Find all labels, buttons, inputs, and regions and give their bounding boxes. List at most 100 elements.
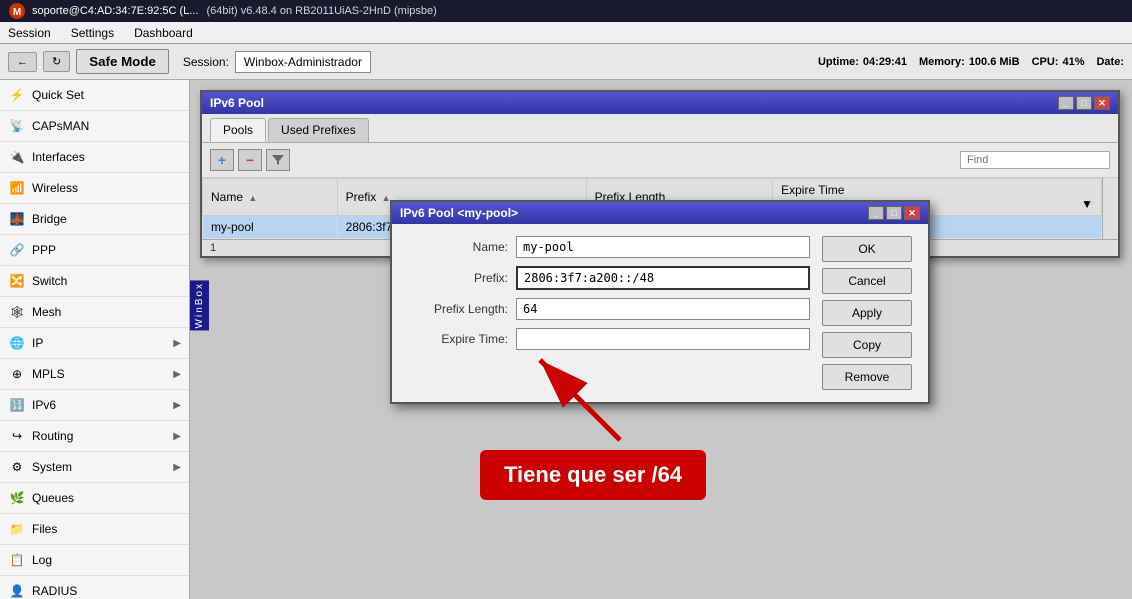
- sidebar-item-routing[interactable]: ↪Routing▶: [0, 421, 189, 452]
- ip-icon: 🌐: [8, 334, 26, 352]
- sidebar-item-ip[interactable]: 🌐 IP ▶: [0, 328, 189, 359]
- expire-time-input[interactable]: [516, 328, 810, 350]
- sort-name-icon: ▲: [248, 193, 257, 203]
- maximize-button[interactable]: □: [1076, 96, 1092, 110]
- dialog-maximize-button[interactable]: □: [886, 206, 902, 220]
- winbox-label: WinBox: [190, 280, 209, 330]
- sidebar-item-files[interactable]: 📁 Files: [0, 514, 189, 545]
- toolbar-status: Uptime: 04:29:41 Memory: 100.6 MiB CPU: …: [818, 56, 1124, 68]
- dialog-form: Name: Prefix: Prefix Length: Expire Time…: [408, 236, 810, 390]
- back-button[interactable]: ←: [8, 52, 37, 72]
- prefix-length-input[interactable]: [516, 298, 810, 320]
- sidebar-item-switch[interactable]: 🔀Switch: [0, 266, 189, 297]
- queues-icon: 🌿: [8, 489, 26, 507]
- sidebar-label-mpls: MPLS: [32, 367, 65, 381]
- sidebar-label-ipv6: IPv6: [32, 398, 56, 412]
- cpu-label: CPU:: [1032, 56, 1059, 68]
- memory-label: Memory:: [919, 56, 965, 68]
- sidebar-item-quick-set[interactable]: ⚡ Quick Set: [0, 80, 189, 111]
- sidebar-label-quick-set: Quick Set: [32, 88, 84, 102]
- sidebar-item-ppp[interactable]: 🔗 PPP: [0, 235, 189, 266]
- copy-button[interactable]: Copy: [822, 332, 912, 358]
- cell-name: my-pool: [203, 216, 338, 239]
- date-label: Date:: [1096, 56, 1124, 68]
- sidebar-item-ipv6[interactable]: 🔢IPv6▶: [0, 390, 189, 421]
- window-controls: _ □ ✕: [1058, 96, 1110, 110]
- tab-pools[interactable]: Pools: [210, 118, 266, 142]
- sidebar-item-log[interactable]: 📋 Log: [0, 545, 189, 576]
- sidebar-item-interfaces[interactable]: 🔌Interfaces: [0, 142, 189, 173]
- tab-used-prefixes[interactable]: Used Prefixes: [268, 118, 369, 142]
- capsman-icon: 📡: [8, 117, 26, 135]
- forward-button[interactable]: ↻: [43, 51, 70, 72]
- col-name: Name ▲: [203, 179, 338, 216]
- safe-mode-button[interactable]: Safe Mode: [76, 49, 169, 74]
- name-input[interactable]: [516, 236, 810, 258]
- menu-session[interactable]: Session: [4, 24, 55, 42]
- filter-icon: [271, 153, 285, 167]
- sidebar-label-log: Log: [32, 553, 52, 567]
- sidebar-item-wireless[interactable]: 📶 Wireless: [0, 173, 189, 204]
- name-label: Name:: [408, 240, 508, 254]
- log-icon: 📋: [8, 551, 26, 569]
- prefix-length-label: Prefix Length:: [408, 302, 508, 316]
- top-bar-version: (64bit) v6.48.4 on RB2011UiAS-2HnD (mips…: [206, 5, 436, 17]
- content-area: IPv6 Pool _ □ ✕ Pools Used Prefixes + −: [190, 80, 1132, 599]
- sidebar-label-files: Files: [32, 522, 57, 536]
- sidebar-item-capsman[interactable]: 📡 CAPsMAN: [0, 111, 189, 142]
- sidebar-item-bridge[interactable]: 🌉Bridge: [0, 204, 189, 235]
- bridge-icon: 🌉: [8, 210, 26, 228]
- prefix-input[interactable]: [516, 266, 810, 290]
- minimize-button[interactable]: _: [1058, 96, 1074, 110]
- sidebar-item-mpls[interactable]: ⊕MPLS▶: [0, 359, 189, 390]
- prefix-label: Prefix:: [408, 271, 508, 285]
- interfaces-icon: 🔌: [8, 148, 26, 166]
- dialog-close-button[interactable]: ✕: [904, 206, 920, 220]
- ipv6-pool-titlebar: IPv6 Pool _ □ ✕: [202, 92, 1118, 114]
- sidebar-label-capsman: CAPsMAN: [32, 119, 89, 133]
- toolbar: ← ↻ Safe Mode Session: Winbox-Administra…: [0, 44, 1132, 80]
- quick-set-icon: ⚡: [8, 86, 26, 104]
- table-scrollbar[interactable]: [1102, 178, 1118, 239]
- prefix-length-row: Prefix Length:: [408, 298, 810, 320]
- menu-dashboard[interactable]: Dashboard: [130, 24, 197, 42]
- close-button[interactable]: ✕: [1094, 96, 1110, 110]
- dialog-window: IPv6 Pool <my-pool> _ □ ✕ Name: Prefix:: [390, 200, 930, 404]
- top-bar: M soporte@C4:AD:34:7E:92:5C (L... (64bit…: [0, 0, 1132, 22]
- sidebar-arrow-icon: ▶: [173, 400, 181, 411]
- sidebar-arrow-icon: ▶: [173, 338, 181, 349]
- sidebar-arrow-icon: ▶: [173, 462, 181, 473]
- dialog-buttons: OK Cancel Apply Copy Remove: [822, 236, 912, 390]
- sidebar-item-mesh[interactable]: 🕸Mesh: [0, 297, 189, 328]
- name-row: Name:: [408, 236, 810, 258]
- sidebar-item-system[interactable]: ⚙System▶: [0, 452, 189, 483]
- dialog-body: Name: Prefix: Prefix Length: Expire Time…: [392, 224, 928, 402]
- ppp-icon: 🔗: [8, 241, 26, 259]
- cpu-value: 41%: [1062, 56, 1084, 68]
- sidebar-label-wireless: Wireless: [32, 181, 78, 195]
- sidebar-item-radius[interactable]: 👤RADIUS: [0, 576, 189, 599]
- remove-button[interactable]: −: [238, 149, 262, 171]
- ipv6-pool-title: IPv6 Pool: [210, 96, 264, 110]
- top-bar-title: soporte@C4:AD:34:7E:92:5C (L...: [32, 5, 198, 17]
- filter-button[interactable]: [266, 149, 290, 171]
- wireless-icon: 📶: [8, 179, 26, 197]
- uptime-value: 04:29:41: [863, 56, 907, 68]
- find-input[interactable]: [960, 151, 1110, 169]
- system-icon: ⚙: [8, 458, 26, 476]
- sidebar: ⚡ Quick Set 📡 CAPsMAN 🔌Interfaces 📶 Wireless 🌉B…: [0, 80, 190, 599]
- cancel-button[interactable]: Cancel: [822, 268, 912, 294]
- dialog-minimize-button[interactable]: _: [868, 206, 884, 220]
- files-icon: 📁: [8, 520, 26, 538]
- apply-button[interactable]: Apply: [822, 300, 912, 326]
- ok-button[interactable]: OK: [822, 236, 912, 262]
- expire-time-row: Expire Time:: [408, 328, 810, 350]
- sidebar-item-queues[interactable]: 🌿Queues: [0, 483, 189, 514]
- sidebar-label-ppp: PPP: [32, 243, 56, 257]
- menu-bar: Session Settings Dashboard: [0, 22, 1132, 44]
- remove-button[interactable]: Remove: [822, 364, 912, 390]
- menu-settings[interactable]: Settings: [67, 24, 118, 42]
- switch-icon: 🔀: [8, 272, 26, 290]
- add-button[interactable]: +: [210, 149, 234, 171]
- sidebar-label-ip: IP: [32, 336, 43, 350]
